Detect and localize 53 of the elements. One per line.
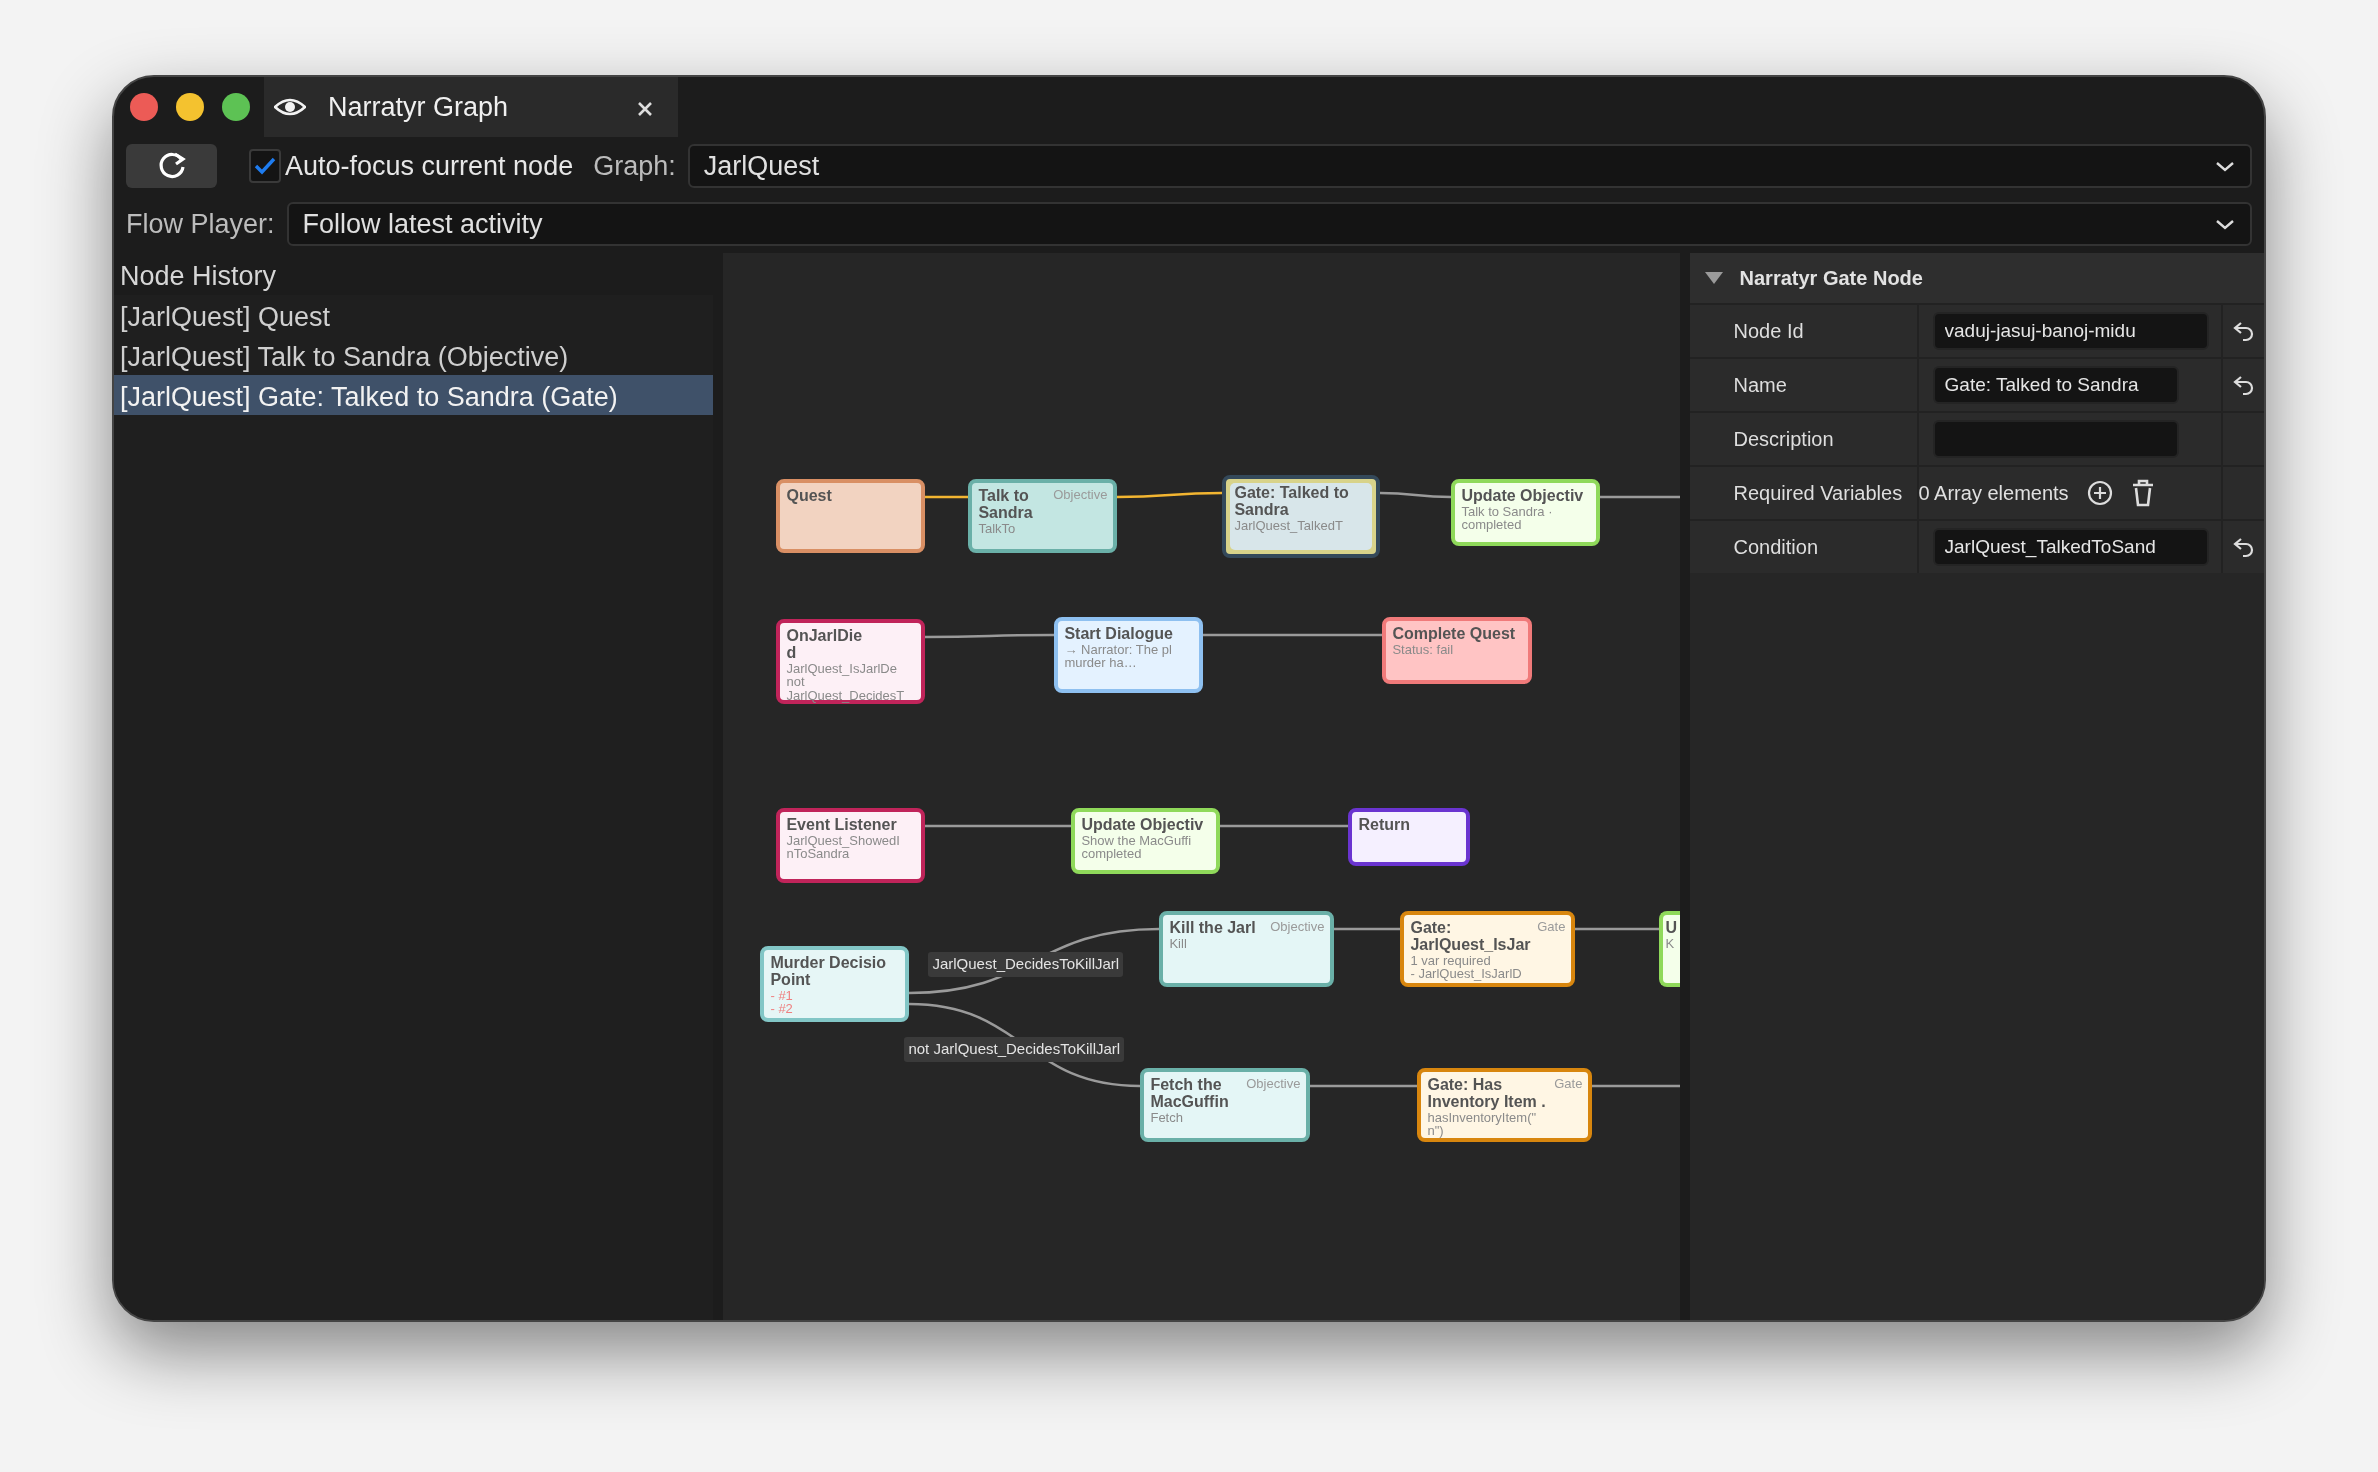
graph-node[interactable]: Gate: Has Inventory Item . Gate hasInventoryItem(" n") — [1417, 1068, 1593, 1142]
edge-label: not JarlQuest_DecidesToKillJarl — [904, 1037, 1125, 1062]
window-title: Narratyr Graph — [328, 90, 510, 124]
graph-dropdown[interactable]: JarlQuest — [687, 144, 2252, 188]
inspector-header[interactable]: Narratyr Gate Node — [1689, 253, 2264, 303]
reset-icon — [2232, 535, 2255, 559]
window-tab[interactable]: Narratyr Graph — [264, 77, 678, 137]
graph-node[interactable]: Gate: JarlQuest_IsJar Gate 1 var required - JarlQuest_IsJarlD — [1400, 911, 1576, 987]
graph-node[interactable]: Talk to Sandra Objective TalkTo — [968, 479, 1118, 553]
trash-icon — [2130, 479, 2155, 507]
checkmark-icon — [254, 157, 276, 175]
reset-button[interactable] — [2232, 535, 2255, 559]
array-count: 0 Array elements — [1918, 481, 2069, 506]
maximize-button[interactable] — [222, 93, 250, 121]
graph-node[interactable]: OnJarlDie d JarlQuest_IsJarlDe not JarlQuest_DecidesT — [776, 619, 926, 704]
graph-node[interactable]: Gate: Talked to Sandra JarlQuest_TalkedT — [1222, 475, 1381, 558]
edge-label: JarlQuest_DecidesToKillJarl — [928, 952, 1124, 977]
graph-node[interactable]: U K — [1659, 911, 1680, 987]
refresh-button[interactable] — [126, 144, 217, 188]
graph-node[interactable]: Murder Decisio Point - #1 - #2 — [760, 946, 910, 1022]
input-field[interactable]: vaduj-jasuj-banoj-midu — [1932, 312, 2209, 350]
reset-icon — [2232, 373, 2255, 397]
input-field[interactable]: JarlQuest_TalkedToSand — [1932, 528, 2209, 566]
graph-node[interactable]: Complete Quest Status: fail — [1382, 617, 1533, 684]
graph-node[interactable]: Start Dialogue → Narrator: The pl murder ha… — [1054, 617, 1204, 693]
reset-icon — [2232, 319, 2255, 343]
graph-node[interactable]: Event Listener JarlQuest_ShowedI nToSandra — [776, 808, 926, 883]
eye-icon — [274, 96, 306, 118]
graph-node[interactable]: Quest — [776, 479, 926, 553]
history-item[interactable]: [JarlQuest] Gate: Talked to Sandra (Gate) — [114, 375, 714, 415]
graph-node[interactable]: Return — [1348, 808, 1471, 866]
graph-label: Graph: — [593, 149, 676, 183]
input-field[interactable]: Gate: Talked to Sandra — [1932, 366, 2179, 404]
close-icon — [636, 99, 654, 118]
plus-icon — [2086, 480, 2113, 506]
flow-player-dropdown[interactable]: Follow latest activity — [286, 202, 2252, 246]
refresh-icon — [156, 151, 187, 181]
property-label: Condition — [1689, 521, 1919, 573]
flow-player-label: Flow Player: — [126, 207, 275, 241]
graph-node[interactable]: Kill the Jarl Objective Kill — [1159, 911, 1335, 987]
add-button[interactable] — [2086, 480, 2113, 506]
checkbox-label: Auto-focus current node — [285, 149, 574, 183]
reset-button[interactable] — [2232, 373, 2255, 397]
minimize-button[interactable] — [176, 93, 204, 121]
graph-node[interactable]: Update Objectiv Talk to Sandra · completed — [1451, 479, 1601, 546]
checkbox[interactable] — [249, 149, 281, 183]
reset-button[interactable] — [2232, 319, 2255, 343]
delete-button[interactable] — [2130, 479, 2155, 507]
history-item[interactable]: [JarlQuest] Quest — [114, 295, 714, 335]
history-item[interactable]: [JarlQuest] Talk to Sandra (Objective) — [114, 335, 714, 375]
graph-node[interactable]: Update Objectiv Show the MacGuffi completed — [1071, 808, 1221, 874]
close-button[interactable] — [130, 93, 158, 121]
graph-node[interactable]: Fetch the MacGuffin Objective Fetch — [1140, 1068, 1311, 1142]
